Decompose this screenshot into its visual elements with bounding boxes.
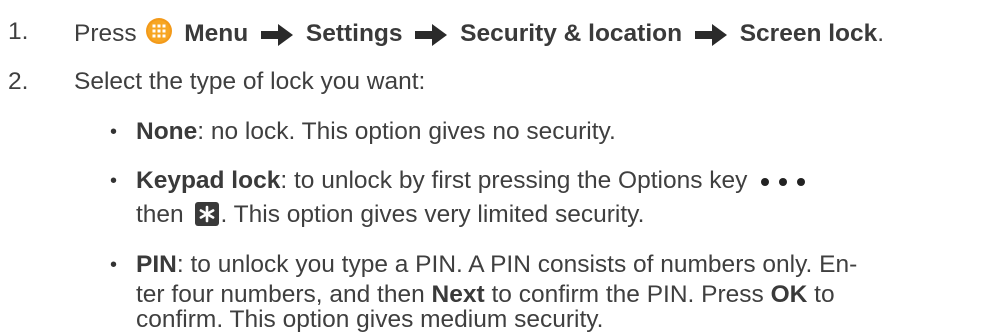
option-text: : to unlock by first pressing the Option… <box>280 167 748 194</box>
option-name: PIN <box>136 251 177 278</box>
ok-label: OK <box>770 281 808 308</box>
step-1-content: Press Menu Settings Security & location … <box>74 17 884 49</box>
screen-lock-label: Screen lock <box>739 20 878 47</box>
option-text: . This option gives very limited securit… <box>220 201 645 228</box>
step-text: Press <box>74 20 137 47</box>
security-location-label: Security & location <box>460 20 683 47</box>
option-text: : to unlock you type a PIN. A PIN consis… <box>176 251 858 278</box>
option-text: : no lock. This option gives no security… <box>197 118 616 145</box>
option-name: None <box>136 118 198 145</box>
option-text: then <box>136 201 184 228</box>
option-text: to confirm the PIN. Press <box>491 281 764 308</box>
bullet: • <box>110 254 118 276</box>
bullet: • <box>110 170 118 192</box>
option-name: Keypad lock <box>136 167 281 194</box>
option-text: to <box>814 281 835 308</box>
three-dots-icon <box>761 177 806 186</box>
period: . <box>877 20 885 47</box>
step-number: 2. <box>8 68 29 95</box>
menu-grid-icon <box>146 18 173 44</box>
bullet: • <box>110 121 118 143</box>
menu-label: Menu <box>184 20 249 47</box>
right-arrow-icon <box>694 23 727 46</box>
right-arrow-icon <box>415 23 448 46</box>
right-arrow-icon <box>261 23 294 46</box>
step-number: 1. <box>8 18 29 45</box>
step-text: Select the type of lock you want: <box>74 68 426 95</box>
settings-label: Settings <box>305 20 403 47</box>
option-text: ter four numbers, and then <box>136 281 425 308</box>
next-label: Next <box>431 281 485 308</box>
asterisk-key-icon <box>194 202 219 226</box>
